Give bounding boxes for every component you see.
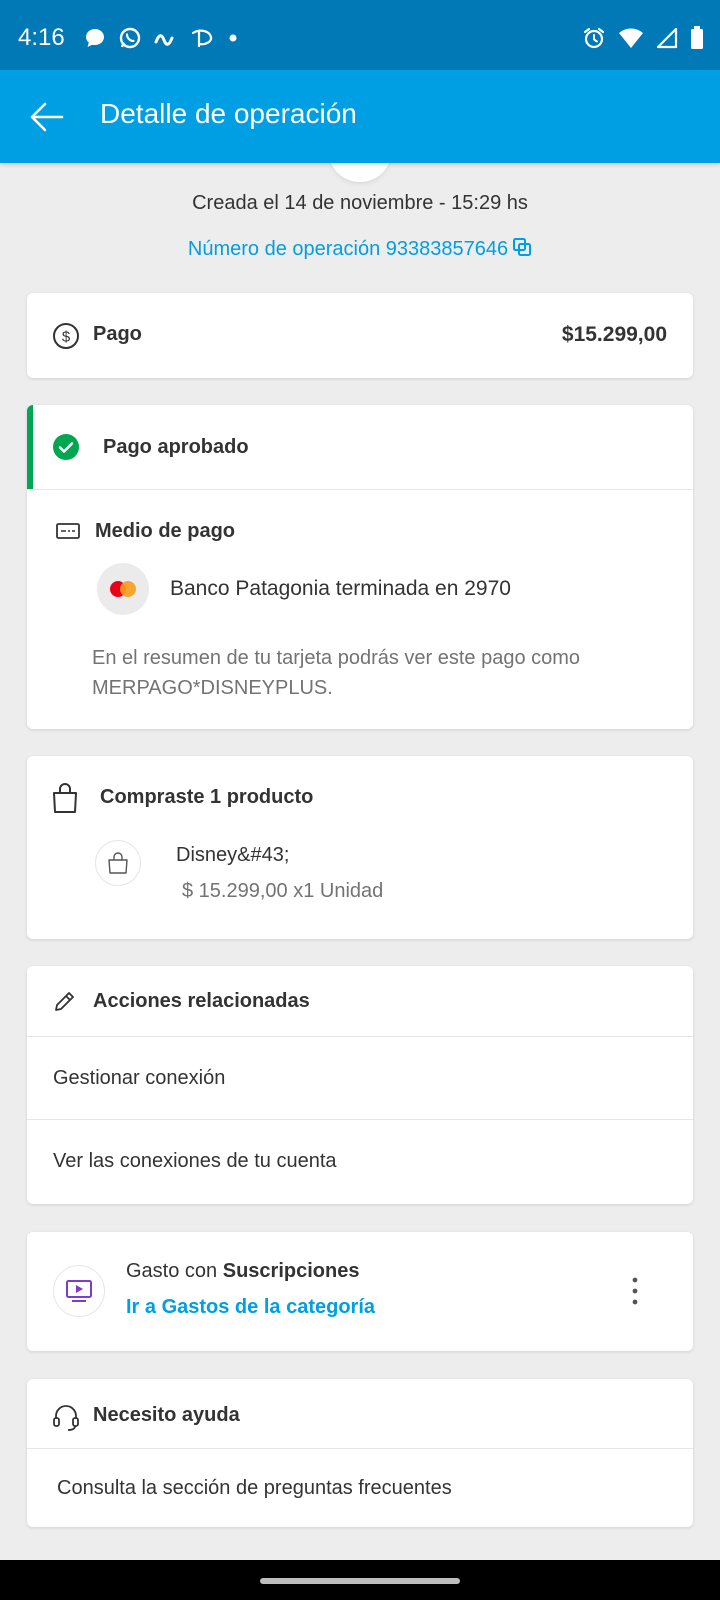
shopping-bag-icon (53, 783, 77, 813)
product-thumbnail (95, 840, 141, 886)
operation-number-link[interactable]: Número de operación 93383857646 (0, 237, 720, 261)
mastercard-icon (97, 563, 149, 615)
battery-icon (691, 26, 703, 49)
product-card: Compraste 1 producto Disney&#43; $ 15.29… (27, 756, 693, 939)
status-bar: 4:16 (0, 0, 720, 70)
wifi-icon (619, 28, 643, 48)
payment-method-title: Medio de pago (95, 520, 235, 542)
category-prefix: Gasto con (126, 1260, 218, 1282)
mp-link-icon (154, 34, 174, 46)
product-card-title: Compraste 1 producto (100, 786, 314, 808)
home-gesture-handle[interactable] (260, 1578, 460, 1584)
navigation-bar (0, 1560, 720, 1600)
help-card: Necesito ayuda Consulta la sección de pr… (27, 1379, 693, 1527)
alarm-icon (583, 27, 605, 49)
payment-label: Pago (93, 323, 142, 345)
product-price: $ 15.299,00 x1 Unidad (182, 880, 384, 902)
headset-icon (53, 1405, 79, 1431)
category-line: Gasto con Suscripciones (126, 1260, 359, 1283)
created-date: Creada el 14 de noviembre - 15:29 hs (192, 192, 528, 214)
divider (27, 489, 693, 490)
faq-item[interactable]: Consulta la sección de preguntas frecuen… (27, 1449, 693, 1527)
related-actions-title: Acciones relacionadas (93, 990, 310, 1012)
manage-connection-item[interactable]: Gestionar conexión (27, 1037, 693, 1119)
app-bar: Detalle de operación (0, 70, 720, 163)
page-title: Detalle de operación (100, 98, 357, 129)
faq-label: Consulta la sección de preguntas frecuen… (57, 1477, 452, 1499)
category-card: Gasto con Suscripciones Ir a Gastos de l… (27, 1232, 693, 1351)
status-card: Pago aprobado Medio de pago Banco Patago… (27, 405, 693, 729)
pencil-icon (55, 992, 74, 1011)
bank-name: Banco Patagonia terminada en 2970 (170, 577, 511, 600)
more-options-icon[interactable] (625, 1276, 645, 1306)
status-time: 4:16 (18, 24, 65, 51)
signal-icon (656, 27, 678, 49)
status-accent-bar (27, 405, 33, 489)
status-text: Pago aprobado (103, 436, 249, 458)
view-connections-item[interactable]: Ver las conexiones de tu cuenta (27, 1120, 693, 1204)
dot-icon (229, 34, 237, 42)
view-connections-label: Ver las conexiones de tu cuenta (53, 1150, 337, 1172)
category-expenses-link[interactable]: Ir a Gastos de la categoría (126, 1296, 375, 1319)
statement-note: En el resumen de tu tarjeta podrás ver e… (92, 647, 581, 699)
product-name: Disney&#43; (176, 844, 290, 866)
disney-plus-icon (191, 29, 213, 48)
copy-icon[interactable] (512, 237, 532, 257)
whatsapp-icon (119, 27, 141, 49)
credit-card-icon (56, 523, 80, 539)
related-actions-card: Acciones relacionadas Gestionar conexión… (27, 966, 693, 1204)
chat-bubble-icon (86, 29, 104, 47)
subscriptions-avatar (53, 1265, 105, 1317)
svg-text:$: $ (62, 329, 71, 346)
check-circle-icon (53, 434, 79, 460)
operation-number-text: Número de operación 93383857646 (187, 238, 509, 260)
manage-connection-label: Gestionar conexión (53, 1067, 226, 1089)
help-title: Necesito ayuda (93, 1404, 240, 1426)
category-name: Suscripciones (222, 1260, 360, 1282)
payment-amount: $15.299,00 (561, 323, 667, 346)
dollar-circle-icon: $ (53, 323, 79, 349)
payment-card: $ Pago $15.299,00 (27, 293, 693, 378)
arrow-left-icon[interactable] (28, 98, 66, 136)
